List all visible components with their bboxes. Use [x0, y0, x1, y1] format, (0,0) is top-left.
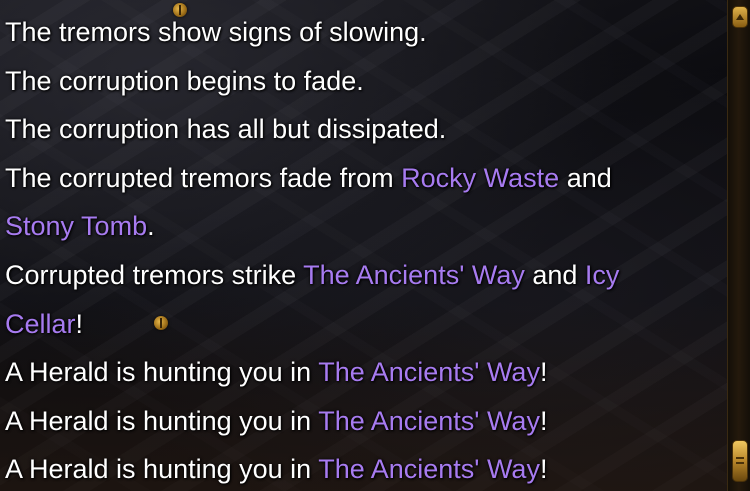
- log-text: Corrupted tremors strike: [5, 259, 304, 290]
- log-line: Stony Tomb.: [5, 202, 715, 251]
- log-line: A Herald is hunting you in The Ancients'…: [5, 397, 715, 446]
- log-text: !: [539, 405, 548, 436]
- log-scrollbar[interactable]: [727, 0, 750, 491]
- location-link-ancients-way[interactable]: The Ancients' Way: [318, 357, 540, 387]
- log-text: The corruption has all but dissipated.: [5, 114, 447, 145]
- location-link-ancients-way[interactable]: The Ancients' Way: [318, 406, 540, 436]
- location-link-ancients-way[interactable]: The Ancients' Way: [303, 260, 525, 290]
- log-line: The corruption begins to fade.: [5, 57, 715, 106]
- log-text: A Herald is hunting you in: [5, 454, 319, 485]
- log-text: A Herald is hunting you in: [5, 357, 319, 388]
- log-text: !: [539, 357, 548, 388]
- log-text: The tremors show signs of slowing.: [5, 17, 427, 47]
- location-link-ancients-way[interactable]: The Ancients' Way: [318, 454, 540, 484]
- location-link-rocky-waste[interactable]: Rocky Waste: [401, 163, 559, 193]
- scroll-up-arrow-icon[interactable]: [732, 6, 748, 28]
- scroll-thumb[interactable]: [732, 440, 748, 482]
- log-text: !: [539, 454, 548, 485]
- location-link-icy-cellar[interactable]: Icy: [585, 260, 620, 290]
- log-line: The corruption has all but dissipated.: [5, 105, 715, 154]
- log-line: Corrupted tremors strike The Ancients' W…: [5, 251, 715, 300]
- log-text: A Herald is hunting you in: [5, 405, 319, 436]
- log-text: The corruption begins to fade.: [5, 65, 364, 96]
- location-link-stony-tomb[interactable]: Stony Tomb: [5, 211, 147, 241]
- log-text: !: [75, 308, 84, 339]
- game-screen: The tremors show signs of slowing. The c…: [0, 0, 750, 491]
- location-link-icy-cellar[interactable]: Cellar: [5, 309, 76, 339]
- log-line: A Herald is hunting you in The Ancients'…: [5, 445, 715, 491]
- log-line: The tremors show signs of slowing.: [5, 8, 715, 57]
- log-line: Cellar!: [5, 300, 715, 349]
- log-line: A Herald is hunting you in The Ancients'…: [5, 348, 715, 397]
- log-text: The corrupted tremors fade from: [5, 162, 402, 193]
- message-log: The tremors show signs of slowing. The c…: [5, 8, 715, 491]
- log-text: .: [147, 211, 155, 242]
- log-line: The corrupted tremors fade from Rocky Wa…: [5, 154, 715, 203]
- log-text: and: [559, 162, 612, 193]
- log-text: and: [524, 259, 585, 290]
